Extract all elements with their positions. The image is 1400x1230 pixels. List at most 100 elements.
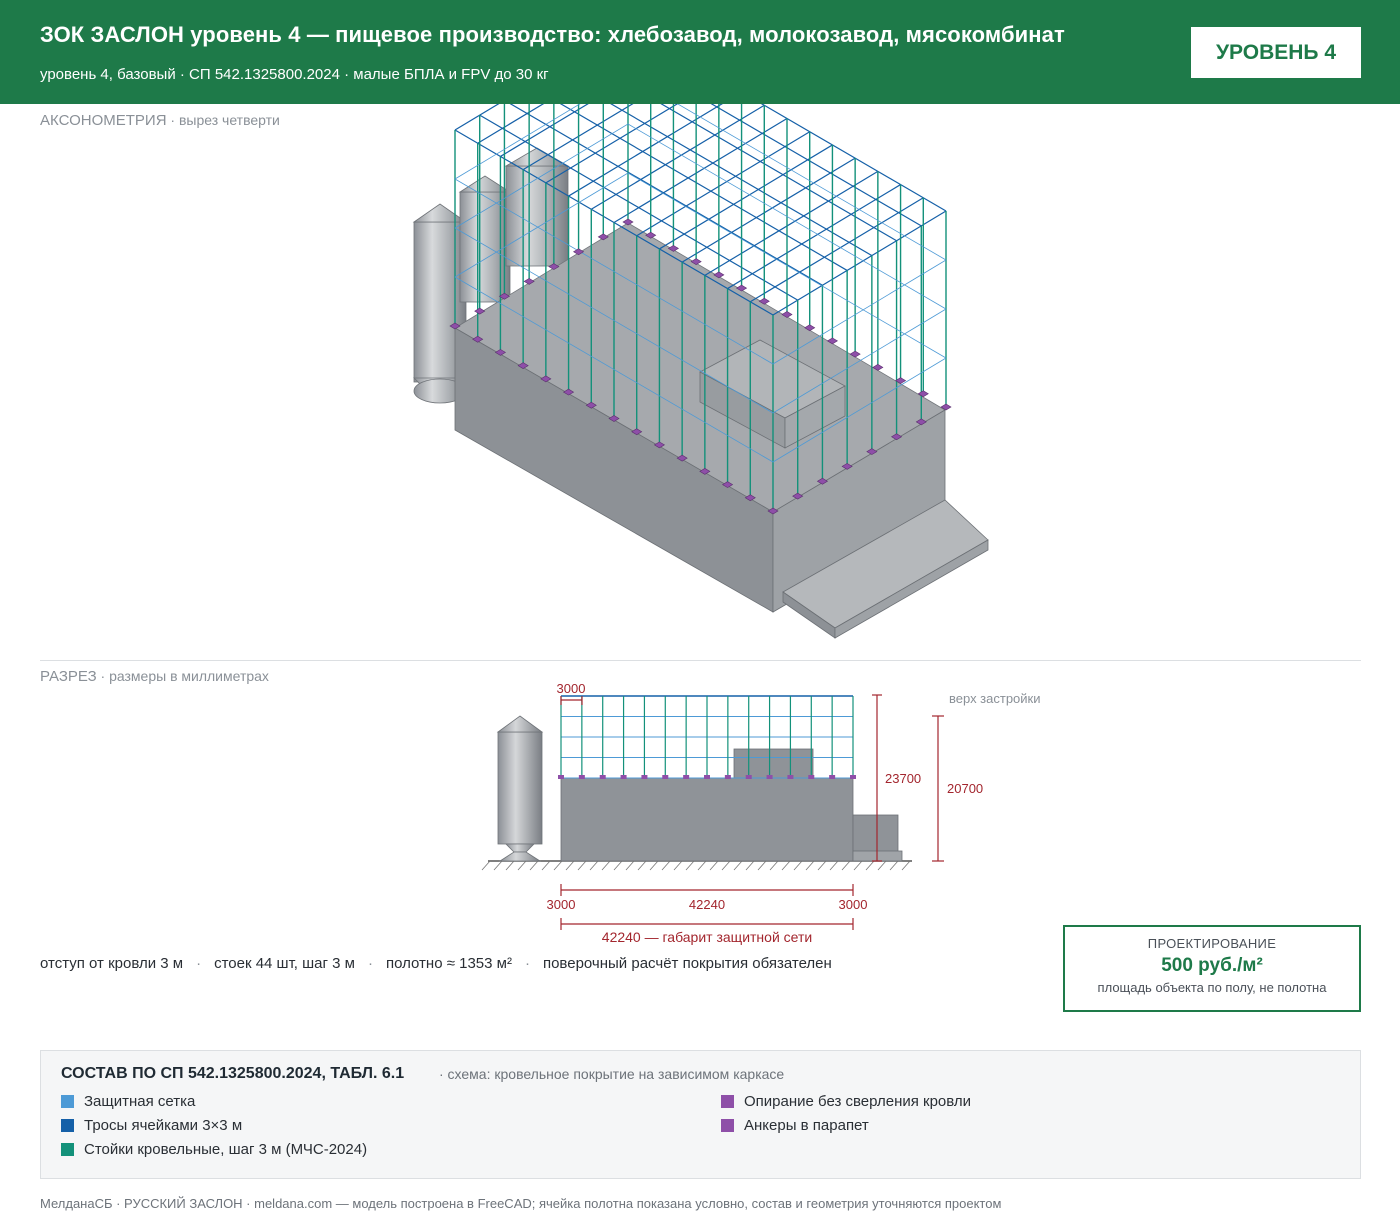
axo-cable — [681, 157, 856, 263]
hatch-line — [865, 860, 875, 871]
hatch-line — [877, 860, 887, 871]
dim-height-building: 20700 — [947, 781, 983, 796]
hatch-line — [649, 860, 659, 871]
section-base-plate — [724, 775, 731, 779]
section-building — [560, 777, 854, 862]
hatch-line — [769, 860, 779, 871]
stats-line: отступ от кровли 3 м · стоек 44 шт, шаг … — [40, 955, 832, 972]
price-box: ПРОЕКТИРОВАНИЕ 500 руб./м² площадь объек… — [1063, 925, 1361, 1012]
section-base-plate — [578, 775, 585, 779]
hatch-line — [709, 860, 719, 871]
hatch-line — [565, 860, 575, 871]
legend-item-anchors: Анкеры в парапет — [721, 1117, 869, 1134]
section-annex-unit — [852, 814, 899, 853]
stat-net-area: полотно ≈ 1353 м² — [385, 955, 512, 972]
header-bar: ЗОК ЗАСЛОН уровень 4 — пищевое производс… — [0, 0, 1400, 104]
axo-cable — [636, 131, 811, 237]
hatch-line — [661, 860, 671, 871]
dim-cell: 3000 — [557, 681, 586, 696]
hatch-line — [745, 860, 755, 871]
price-value: 500 руб./м² — [1161, 955, 1263, 976]
hatch-line — [613, 860, 623, 871]
section-base-plate — [641, 775, 648, 779]
axo-net-rail — [772, 259, 947, 365]
hatch-line — [793, 860, 803, 871]
hatch-line — [529, 860, 539, 871]
level-badge[interactable]: УРОВЕНЬ 4 — [1191, 27, 1361, 78]
dim-height-total: 23700 — [885, 771, 921, 786]
legend-item-label: Опирание без сверления кровли — [744, 1093, 972, 1110]
hatch-line — [577, 860, 587, 871]
hatch-line — [541, 860, 551, 871]
hatch-line — [493, 860, 503, 871]
ground-hatch — [481, 860, 911, 871]
hatch-line — [721, 860, 731, 871]
section-base-plate — [704, 775, 710, 779]
section-net-frame — [558, 695, 856, 779]
section-base-plate — [850, 775, 856, 779]
hatch-line — [697, 860, 707, 871]
legend-scheme: · схема: кровельное покрытие на зависимо… — [439, 1066, 785, 1082]
axo-cable — [454, 104, 500, 131]
stat-sep: · — [367, 955, 373, 972]
section-base-plate — [662, 775, 669, 779]
axonometric-view — [412, 104, 989, 639]
axo-base-plate — [622, 218, 634, 226]
silo-2 — [458, 175, 512, 303]
hatch-line — [805, 860, 815, 871]
legend-item-cables: Тросы ячейками 3×3 м — [61, 1117, 242, 1134]
hatch-line — [589, 860, 599, 871]
stat-check: поверочный расчёт покрытия обязателен — [542, 955, 832, 972]
hatch-line — [637, 860, 647, 871]
section-base-plate — [808, 775, 815, 779]
legend-item-support: Опирание без сверления кровли — [721, 1093, 971, 1110]
stat-offset: отступ от кровли 3 м — [40, 955, 184, 972]
hatch-line — [553, 860, 563, 871]
legend-swatch — [61, 1143, 74, 1156]
hatch-line — [817, 860, 827, 871]
axo-cable — [610, 104, 873, 257]
legend-item-label: Тросы ячейками 3×3 м — [84, 1117, 243, 1134]
hatch-line — [517, 860, 527, 871]
legend-item-net: Защитная сетка — [61, 1093, 195, 1110]
dim-left: 3000 — [547, 897, 576, 912]
hatch-line — [829, 860, 839, 871]
section-base-plate — [829, 775, 836, 779]
stat-sep: · — [196, 955, 202, 972]
hatch-line — [901, 860, 911, 871]
section-silo — [496, 715, 544, 862]
hatch-line — [781, 860, 791, 871]
legend-swatch — [61, 1095, 74, 1108]
section-base-plate — [766, 775, 773, 779]
axo-cable — [749, 197, 924, 303]
dim-mid: 42240 — [689, 897, 725, 912]
legend-item-label: Стойки кровельные, шаг 3 м (МЧС-2024) — [84, 1141, 368, 1158]
hatch-line — [733, 860, 743, 871]
hatch-line — [481, 860, 491, 871]
section-base-plate — [683, 775, 690, 779]
dim-top-label: верх застройки — [949, 691, 1041, 706]
axo-cable — [659, 144, 833, 250]
price-label: ПРОЕКТИРОВАНИЕ — [1147, 936, 1277, 951]
stat-sep: · — [524, 955, 530, 972]
dim-overall: 42240 — габарит защитной сети — [602, 929, 812, 945]
section-base-plate — [558, 775, 564, 779]
legend-item-posts: Стойки кровельные, шаг 3 м (МЧС-2024) — [61, 1141, 367, 1158]
price-note: площадь объекта по полу, не полотна — [1097, 980, 1327, 995]
axo-cable — [772, 210, 947, 316]
legend-item-label: Анкеры в парапет — [744, 1117, 869, 1134]
footer-note: МелданаСБ · РУССКИЙ ЗАСЛОН · meldana.com… — [40, 1196, 1002, 1211]
hatch-line — [673, 860, 683, 871]
hatch-line — [853, 860, 863, 871]
legend-item-label: Защитная сетка — [84, 1093, 196, 1110]
legend-heading: СОСТАВ ПО СП 542.1325800.2024, ТАБЛ. 6.1 — [61, 1065, 405, 1082]
hatch-line — [505, 860, 515, 871]
stat-posts: стоек 44 шт, шаг 3 м — [214, 955, 355, 972]
hatch-line — [625, 860, 635, 871]
axo-cable — [613, 117, 788, 224]
hatch-line — [841, 860, 851, 871]
axo-cable — [590, 104, 765, 210]
page-title: ЗОК ЗАСЛОН уровень 4 — пищевое производс… — [40, 22, 1065, 47]
hatch-line — [757, 860, 767, 871]
section-rooftop-box — [733, 748, 814, 779]
